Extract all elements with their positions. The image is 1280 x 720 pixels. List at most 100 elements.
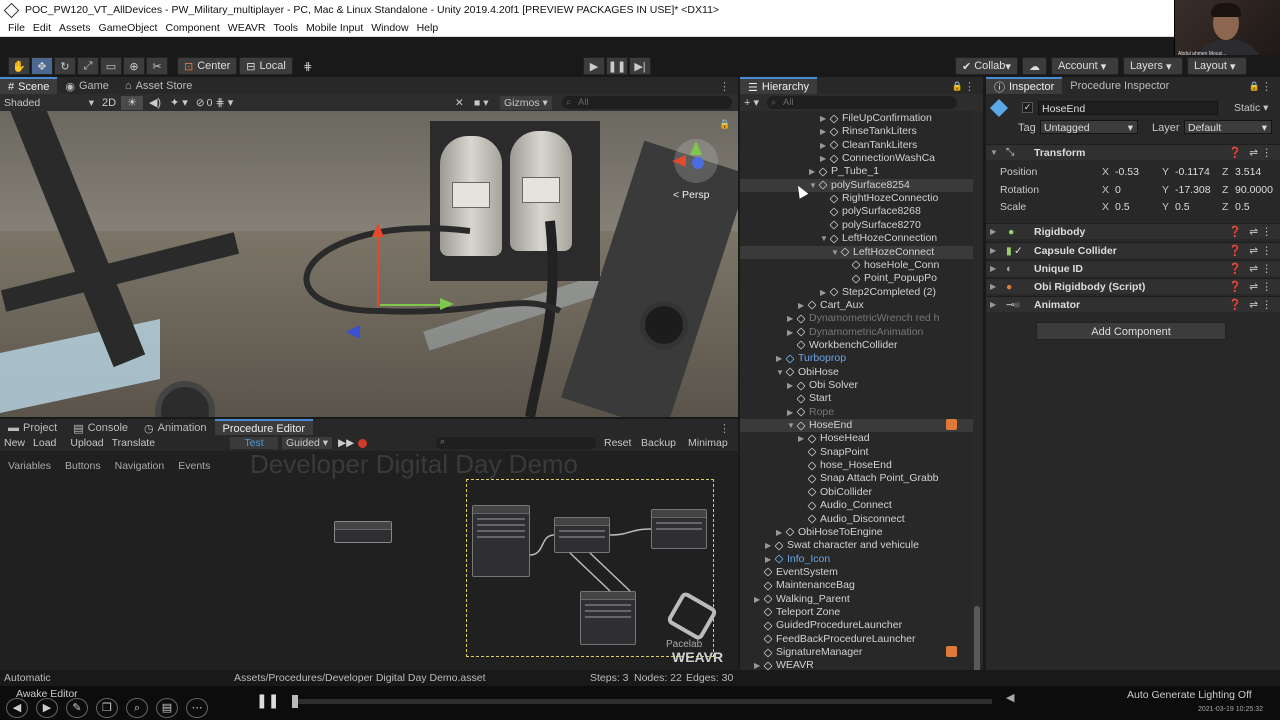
tab-hierarchy[interactable]: ☰ Hierarchy bbox=[740, 77, 817, 95]
scene-panel-menu-icon[interactable]: ⋮ bbox=[719, 80, 730, 93]
move-tool-icon[interactable]: ✥ bbox=[31, 57, 53, 75]
hierarchy-item[interactable]: ▶ Rope bbox=[740, 406, 973, 419]
zoom-icon[interactable]: ⌕ bbox=[126, 698, 148, 718]
menu-edit[interactable]: Edit bbox=[29, 22, 55, 34]
scene-orientation-gizmo[interactable] bbox=[672, 139, 718, 183]
gizmos-dropdown[interactable]: Gizmos ▾ bbox=[500, 95, 552, 110]
collab-dropdown[interactable]: ✔ Collab ▾ bbox=[955, 57, 1018, 75]
tab-scene[interactable]: # Scene bbox=[0, 77, 58, 95]
bottom-panel-menu-icon[interactable]: ⋮ bbox=[719, 422, 730, 435]
hierarchy-foldout-icon[interactable]: ▼ bbox=[809, 179, 819, 192]
rotation-x-field[interactable]: 0 bbox=[1112, 183, 1160, 197]
transform-preset-icon[interactable]: ⇌ bbox=[1249, 147, 1258, 159]
capsule-collider-preset-icon[interactable]: ⇌ bbox=[1249, 245, 1258, 257]
hierarchy-foldout-icon[interactable]: ▼ bbox=[776, 366, 786, 379]
hierarchy-item[interactable]: hose_HoseEnd bbox=[740, 459, 973, 472]
hierarchy-item[interactable]: SignatureManager bbox=[740, 646, 973, 659]
hierarchy-foldout-icon[interactable]: ▶ bbox=[798, 299, 808, 312]
hierarchy-item[interactable]: ▶ HoseHead bbox=[740, 432, 973, 445]
persp-label[interactable]: < Persp bbox=[673, 189, 709, 201]
hierarchy-item[interactable]: ▶ ObiHoseToEngine bbox=[740, 526, 973, 539]
rigidbody-menu-icon[interactable]: ⋮ bbox=[1262, 226, 1273, 238]
hierarchy-item[interactable]: ▶ DynamometricAnimation bbox=[740, 326, 973, 339]
hierarchy-foldout-icon[interactable]: ▶ bbox=[765, 553, 775, 566]
hierarchy-item[interactable]: ▶ Info_Icon bbox=[740, 553, 973, 566]
hierarchy-item[interactable]: polySurface8270 bbox=[740, 219, 973, 232]
hierarchy-item[interactable]: ▶ RinseTankLiters bbox=[740, 125, 973, 138]
menu-window[interactable]: Window bbox=[367, 22, 412, 34]
rigidbody-foldout-icon[interactable]: ▶ bbox=[986, 227, 1000, 236]
transform-tool-icon[interactable]: ⊕ bbox=[123, 57, 145, 75]
unique-id-preset-icon[interactable]: ⇌ bbox=[1249, 263, 1258, 275]
hierarchy-item[interactable]: ▶ Swat character and vehicule bbox=[740, 539, 973, 552]
obi-rigidbody-foldout-icon[interactable]: ▶ bbox=[986, 282, 1000, 291]
hierarchy-item[interactable]: EventSystem bbox=[740, 566, 973, 579]
position-z-field[interactable]: 3.514 bbox=[1232, 165, 1280, 179]
menu-tools[interactable]: Tools bbox=[270, 22, 303, 34]
draw-icon[interactable]: ✎ bbox=[66, 698, 88, 718]
animator-menu-icon[interactable]: ⋮ bbox=[1262, 299, 1273, 311]
hierarchy-item[interactable]: ▶ Walking_Parent bbox=[740, 593, 973, 606]
hierarchy-item[interactable]: ▼ LeftHozeConnection bbox=[740, 232, 973, 245]
layout-dropdown[interactable]: Layout ▾ bbox=[1186, 57, 1247, 75]
hierarchy-item[interactable]: RightHozeConnectio bbox=[740, 192, 973, 205]
rigidbody-preset-icon[interactable]: ⇌ bbox=[1249, 226, 1258, 238]
rotation-y-field[interactable]: -17.308 bbox=[1172, 183, 1220, 197]
hierarchy-item[interactable]: hoseHole_Conn bbox=[740, 259, 973, 272]
capsule-collider-header[interactable]: ▶ ▮ ✓ Capsule Collider ❓ ⇌ ⋮ bbox=[986, 242, 1280, 258]
grid-snap-icon[interactable]: ⋕ bbox=[297, 57, 319, 75]
hierarchy-item[interactable]: ▼ polySurface8254 bbox=[740, 178, 973, 192]
video-pause-button[interactable]: ❚❚ bbox=[256, 692, 279, 709]
hierarchy-foldout-icon[interactable]: ▶ bbox=[787, 326, 797, 339]
menu-weavr[interactable]: WEAVR bbox=[224, 22, 270, 34]
hierarchy-item[interactable]: ▼ LeftHozeConnect bbox=[740, 245, 973, 259]
animator-foldout-icon[interactable]: ▶ bbox=[986, 300, 1000, 309]
hierarchy-foldout-icon[interactable]: ▶ bbox=[820, 286, 830, 299]
animator-preset-icon[interactable]: ⇌ bbox=[1249, 299, 1258, 311]
hierarchy-item[interactable]: Teleport Zone bbox=[740, 606, 973, 619]
obi-rigidbody-header[interactable]: ▶ ● Obi Rigidbody (Script) ❓ ⇌ ⋮ bbox=[986, 278, 1280, 294]
hierarchy-foldout-icon[interactable]: ▶ bbox=[787, 406, 797, 419]
hierarchy-tree[interactable]: ▶ FileUpConfirmation ▶ RinseTankLiters ▶ Clea… bbox=[740, 111, 983, 687]
hierarchy-item[interactable]: ▶ Cart_Aux bbox=[740, 299, 973, 312]
animator-help-icon[interactable]: ❓ bbox=[1229, 298, 1242, 311]
camera-icon[interactable]: ■ ▾ bbox=[474, 97, 489, 109]
hierarchy-item[interactable]: ▼ ObiHose bbox=[740, 366, 973, 379]
unique-id-help-icon[interactable]: ❓ bbox=[1229, 262, 1242, 275]
rotation-z-field[interactable]: 90.0000 bbox=[1232, 183, 1280, 197]
copy-icon[interactable]: ❐ bbox=[96, 698, 118, 718]
back-icon[interactable]: ◀ bbox=[6, 698, 28, 718]
transform-foldout-icon[interactable]: ▼ bbox=[986, 148, 1000, 157]
lighting-toggle-icon[interactable]: ☀ bbox=[121, 95, 143, 110]
rigidbody-help-icon[interactable]: ❓ bbox=[1229, 225, 1242, 238]
layer-dropdown[interactable]: Default ▾ bbox=[1184, 120, 1272, 134]
scene-lock-icon[interactable]: 🔒 bbox=[719, 119, 730, 130]
audio-toggle-icon[interactable]: ◀) bbox=[144, 96, 166, 110]
tools-icon[interactable]: ✕ bbox=[455, 97, 464, 109]
tab-game[interactable]: ◉ Game bbox=[57, 77, 117, 95]
object-name-field[interactable]: HoseEnd bbox=[1038, 101, 1218, 115]
hierarchy-foldout-icon[interactable]: ▶ bbox=[820, 139, 830, 152]
capsule-collider-checkbox[interactable]: ✓ bbox=[1014, 245, 1028, 257]
play-button[interactable]: ▶ bbox=[583, 57, 605, 75]
hierarchy-item[interactable]: ▶ ConnectionWashCa bbox=[740, 152, 973, 165]
hierarchy-create-button[interactable]: + ▾ bbox=[744, 96, 759, 109]
hierarchy-scrollbar[interactable] bbox=[973, 111, 981, 687]
menu-mobile-input[interactable]: Mobile Input bbox=[302, 22, 367, 34]
inspector-lock-icon[interactable]: 🔒 bbox=[1249, 81, 1260, 92]
mode-2d-button[interactable]: 2D bbox=[98, 96, 120, 110]
captions-icon[interactable]: ▤ bbox=[156, 698, 178, 718]
hierarchy-item[interactable]: ObiCollider bbox=[740, 486, 973, 499]
active-checkbox[interactable]: ✓ bbox=[1022, 102, 1033, 113]
hierarchy-foldout-icon[interactable]: ▶ bbox=[776, 526, 786, 539]
hierarchy-item[interactable]: Point_PopupPo bbox=[740, 272, 973, 285]
effects-toggle-icon[interactable]: ✦ ▾ bbox=[167, 96, 191, 110]
custom-tool-icon[interactable]: ✂ bbox=[146, 57, 168, 75]
scale-x-field[interactable]: 0.5 bbox=[1112, 200, 1160, 214]
obi-rigidbody-menu-icon[interactable]: ⋮ bbox=[1262, 281, 1273, 293]
add-component-button[interactable]: Add Component bbox=[1036, 322, 1226, 340]
inspector-menu-icon[interactable]: ⋮ bbox=[1261, 80, 1272, 93]
forward-icon[interactable]: ▶ bbox=[36, 698, 58, 718]
hierarchy-foldout-icon[interactable]: ▶ bbox=[754, 593, 764, 606]
hierarchy-item[interactable]: WorkbenchCollider bbox=[740, 339, 973, 352]
